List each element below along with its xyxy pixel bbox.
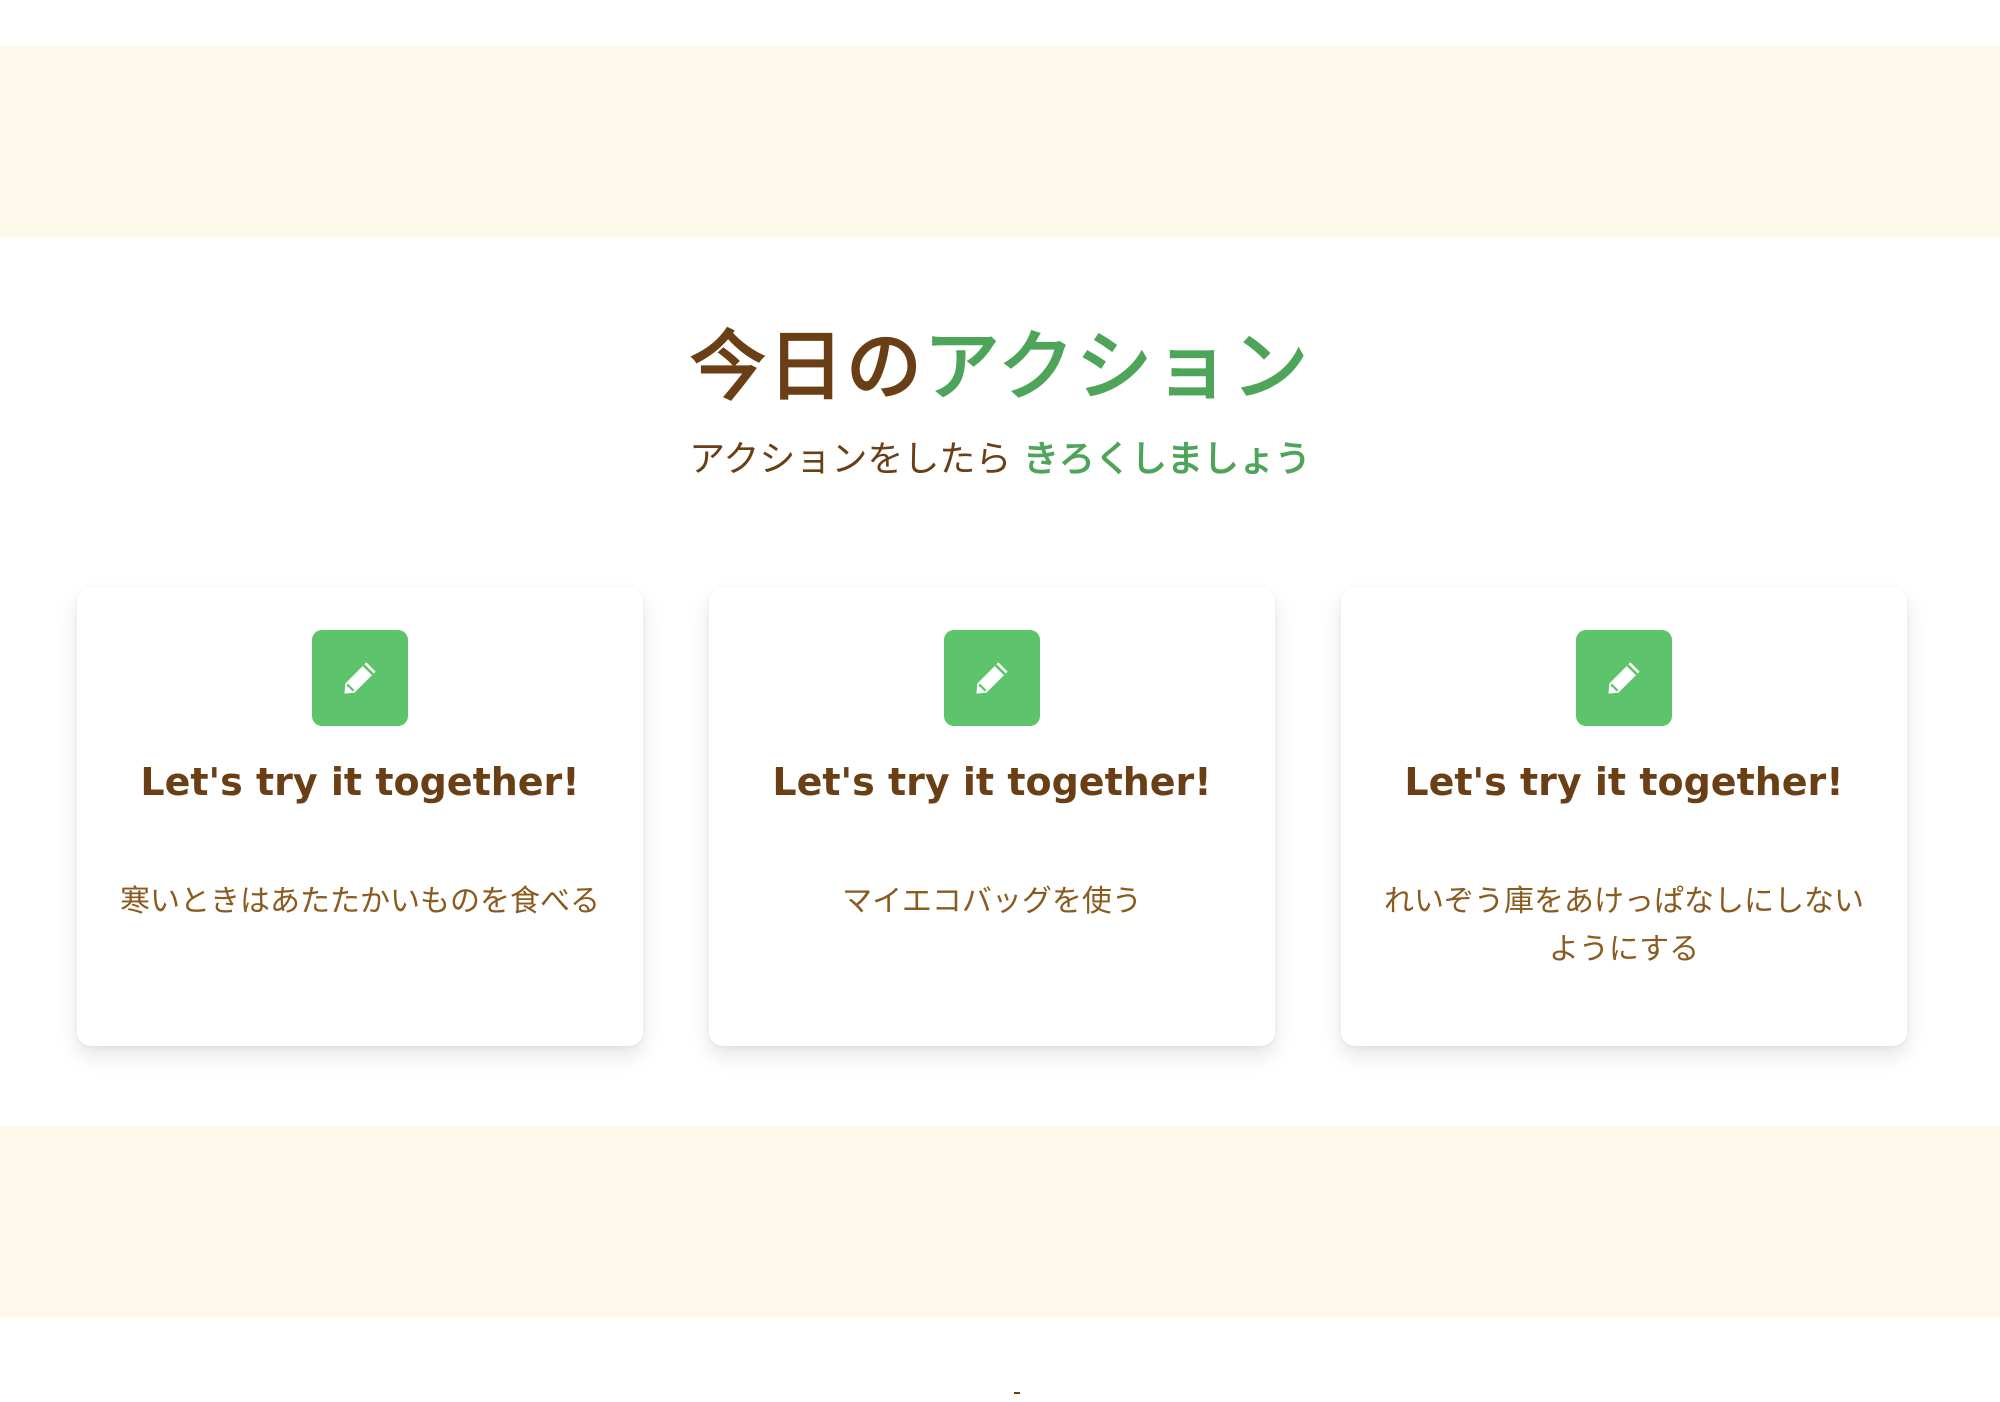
page: 今日のアクション アクションをしたら きろくしましょう Let's try it…	[0, 0, 2000, 1402]
action-card-2[interactable]: Let's try it together! マイエコバッグを使う	[709, 588, 1275, 1046]
pencil-icon[interactable]	[944, 630, 1040, 726]
pencil-icon[interactable]	[312, 630, 408, 726]
bottom-banner	[0, 1126, 2000, 1318]
page-subtitle: アクションをしたら きろくしましょう	[0, 430, 2000, 482]
title-main: 今日の	[689, 322, 924, 411]
caret-icon	[1014, 1392, 1020, 1398]
title-accent: アクション	[923, 322, 1311, 411]
page-title: 今日のアクション	[0, 305, 2000, 415]
subtitle-main: アクションをしたら	[689, 439, 1023, 480]
top-banner	[0, 46, 2000, 238]
card-title: Let's try it together!	[140, 760, 580, 804]
card-text: マイエコバッグを使う	[842, 884, 1142, 919]
action-card-3[interactable]: Let's try it together! れいぞう庫をあけっぱなしにしないよ…	[1341, 588, 1907, 1046]
card-title: Let's try it together!	[1404, 760, 1844, 804]
subtitle-accent: きろくしましょう	[1022, 439, 1311, 480]
card-text: 寒いときはあたたかいものを食べる	[120, 884, 600, 919]
card-title: Let's try it together!	[772, 760, 1212, 804]
card-text: れいぞう庫をあけっぱなしにしないようにする	[1384, 884, 1864, 967]
action-card-1[interactable]: Let's try it together! 寒いときはあたたかいものを食べる	[77, 588, 643, 1046]
pencil-icon[interactable]	[1576, 630, 1672, 726]
